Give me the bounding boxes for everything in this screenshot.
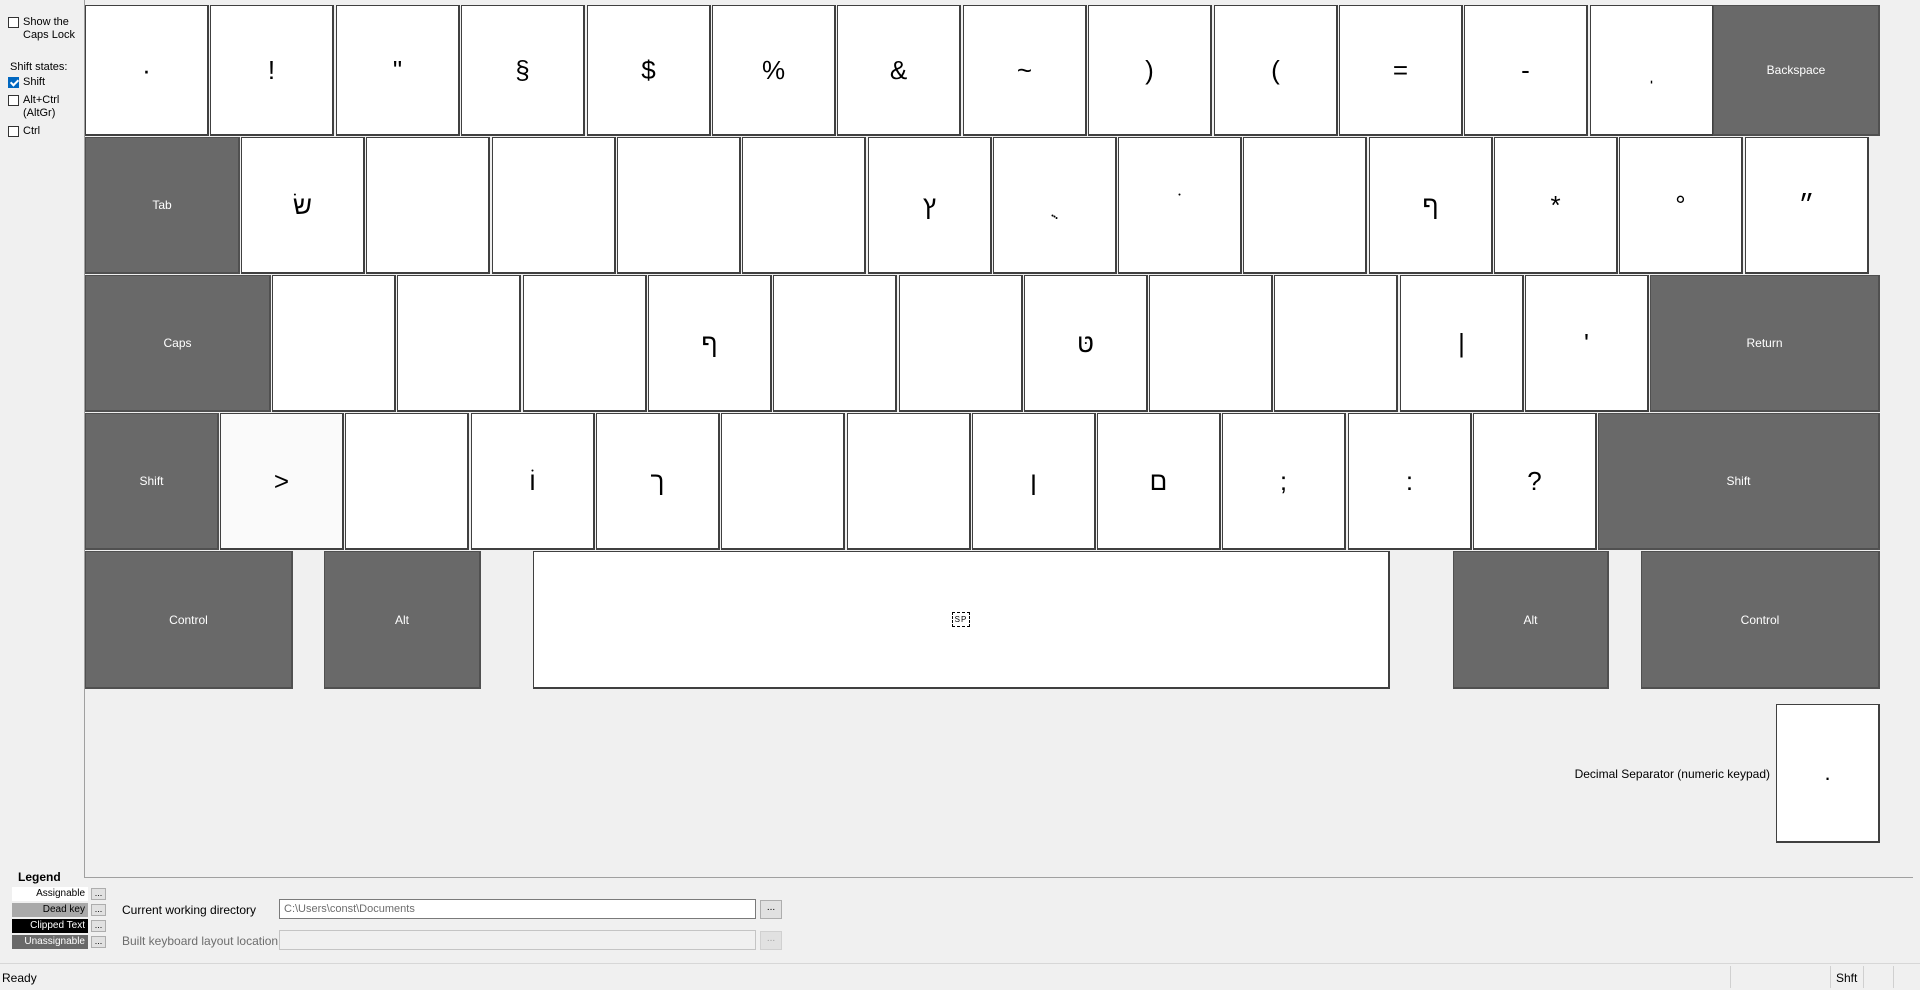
decimal-separator-key[interactable]: . [1776,704,1880,843]
legend-clipped-text: Clipped Text [12,919,88,933]
altgr-checkbox[interactable]: Alt+Ctrl (AltGr) [8,94,73,120]
legend-unassignable: Unassignable [12,935,88,949]
caps-lock-checkbox[interactable]: Show the Caps Lock [8,16,89,42]
right-shift-key[interactable]: Shift [1598,413,1880,550]
cwd-browse-button[interactable]: ... [760,900,782,919]
legend-title: Legend [18,870,61,884]
checkbox-icon [8,17,19,28]
key-row4-5[interactable] [721,413,845,550]
key-row2-3[interactable] [492,137,616,274]
left-control-key[interactable]: Control [85,551,293,689]
built-location-input [279,930,756,950]
shift-states-title: Shift states: [10,61,68,73]
key-row1-13[interactable]: ֽ [1590,5,1714,136]
key-row1-5[interactable]: $ [587,5,711,136]
checkbox-icon [8,95,19,106]
key-row2-13[interactable]: ״ [1745,137,1869,274]
key-row4-6[interactable] [847,413,971,550]
right-control-key[interactable]: Control [1641,551,1880,689]
key-row2-5[interactable] [742,137,866,274]
key-row3-1[interactable] [272,275,396,412]
key-row3-3[interactable] [523,275,647,412]
key-row2-6[interactable]: ץ [868,137,992,274]
key-row3-11[interactable]: ' [1525,275,1649,412]
key-row2-1[interactable]: שׂ [241,137,365,274]
key-row2-4[interactable] [617,137,741,274]
status-bar: Ready Shft [0,963,1920,990]
status-shift-indicator: Shft [1836,971,1858,985]
built-location-browse-button: ... [760,931,782,950]
backspace-key[interactable]: Backspace [1713,5,1880,136]
altgr-label: Alt+Ctrl (AltGr) [23,94,60,119]
cwd-label: Current working directory [122,903,257,917]
dead-key-color-button[interactable]: ... [91,904,106,916]
key-row4-9[interactable]: ; [1222,413,1346,550]
key-row1-6[interactable]: % [712,5,836,136]
status-divider [1830,966,1831,988]
clipped-text-color-button[interactable]: ... [91,920,106,932]
key-row4-7[interactable]: ן [972,413,1096,550]
cwd-input[interactable]: C:\Users\const\Documents [279,899,756,919]
key-row3-9[interactable] [1274,275,1398,412]
key-row3-6[interactable] [899,275,1023,412]
key-row1-8[interactable]: ~ [963,5,1087,136]
space-key[interactable]: SP [533,551,1390,689]
key-row4-8[interactable]: ם [1097,413,1221,550]
key-row4-2[interactable] [345,413,469,550]
caps-lock-label: Show the Caps Lock [23,16,75,41]
status-divider [1863,966,1864,988]
shift-checkbox[interactable]: Shift [8,76,45,89]
key-row1-10[interactable]: ( [1214,5,1338,136]
key-row4-10[interactable]: : [1348,413,1472,550]
return-key[interactable]: Return [1650,275,1880,412]
key-row3-8[interactable] [1149,275,1273,412]
shift-label: Shift [23,76,46,88]
key-row2-9[interactable] [1243,137,1367,274]
left-shift-key[interactable]: Shift [85,413,219,550]
left-alt-key[interactable]: Alt [324,551,481,689]
legend-assignable: Assignable [12,887,88,901]
key-row1-1[interactable]: · [85,5,209,136]
key-row3-7[interactable]: טּ [1024,275,1148,412]
key-row4-1[interactable]: > [220,413,344,550]
key-row4-11[interactable]: ? [1473,413,1597,550]
caps-key[interactable]: Caps [85,275,271,412]
status-divider [1730,966,1731,988]
key-row3-5[interactable] [773,275,897,412]
checkbox-icon [8,126,19,137]
key-row1-7[interactable]: & [837,5,961,136]
key-row2-10[interactable]: ף [1369,137,1493,274]
right-alt-key[interactable]: Alt [1453,551,1609,689]
key-row3-10[interactable]: | [1400,275,1524,412]
legend-dead-key: Dead key [12,903,88,917]
key-row1-2[interactable]: ! [210,5,334,136]
checked-checkbox-icon [8,77,19,88]
key-row2-2[interactable] [366,137,490,274]
key-row3-4[interactable]: ף [648,275,772,412]
key-row2-7[interactable]: ֻ [993,137,1117,274]
key-row2-11[interactable]: * [1494,137,1618,274]
decimal-separator-label: Decimal Separator (numeric keypad) [1574,767,1770,781]
key-row1-12[interactable]: - [1464,5,1588,136]
key-row3-2[interactable] [397,275,521,412]
key-row2-8[interactable]: ֹ [1118,137,1242,274]
key-row1-9[interactable]: ) [1088,5,1212,136]
unassignable-color-button[interactable]: ... [91,936,106,948]
key-row1-11[interactable]: = [1339,5,1463,136]
ctrl-label: Ctrl [23,125,41,137]
built-location-label: Built keyboard layout location [122,934,279,948]
key-row2-12[interactable]: ° [1619,137,1743,274]
space-label: SP [951,612,971,627]
key-row1-4[interactable]: § [461,5,585,136]
key-row4-4[interactable]: ך [596,413,720,550]
shift-state-panel: Show the Caps Lock Shift states: Shift A… [0,0,84,870]
key-row1-3[interactable]: " [336,5,460,136]
ctrl-checkbox[interactable]: Ctrl [8,125,40,138]
tab-key[interactable]: Tab [85,137,240,274]
status-divider [1893,966,1894,988]
assignable-color-button[interactable]: ... [91,888,106,900]
key-row4-3[interactable]: וֹ [471,413,595,550]
status-text: Ready [2,971,37,985]
